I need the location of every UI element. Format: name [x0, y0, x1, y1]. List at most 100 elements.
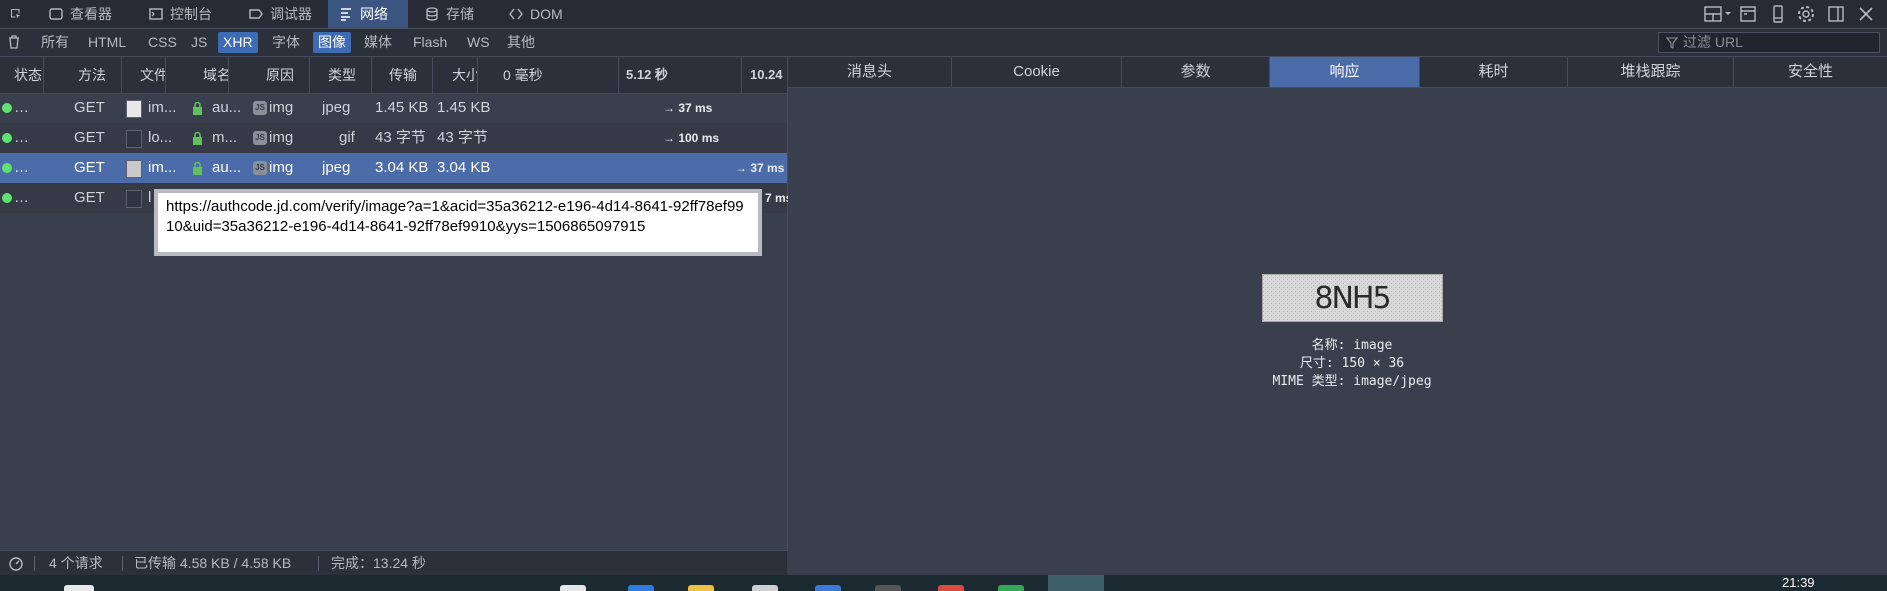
split-console-icon[interactable]	[1738, 4, 1758, 24]
divider	[318, 556, 319, 571]
filter-xhr-button[interactable]: XHR	[218, 32, 258, 53]
taskbar-app-icon[interactable]	[875, 585, 901, 591]
filter-html-button[interactable]: HTML	[83, 32, 131, 53]
divider	[122, 556, 123, 571]
tab-label: 查看器	[70, 6, 112, 22]
taskbar-folder-icon[interactable]	[688, 585, 714, 591]
column-header-domain[interactable]: 域名	[197, 57, 229, 93]
filter-other-button[interactable]: 其他	[502, 32, 540, 53]
waterfall-timing: → 37 ms	[735, 161, 785, 175]
cause-text: img	[269, 129, 294, 146]
network-filter-bar: 所有 HTML CSS JS XHR 字体 图像 媒体 Flash WS 其他 …	[0, 29, 1887, 57]
tab-headers[interactable]: 消息头	[788, 57, 952, 87]
taskbar-app-icon[interactable]	[64, 585, 94, 591]
settings-gear-icon[interactable]	[1796, 4, 1816, 24]
cause-cell: JS img	[253, 93, 293, 123]
status-dot	[2, 133, 12, 143]
request-row[interactable]: … GET lo... m... JS img gif 43 字节 43 字节 →…	[0, 123, 787, 153]
column-header-file[interactable]: 文件	[134, 57, 166, 93]
performance-icon[interactable]	[8, 556, 24, 572]
tab-stack-trace[interactable]: 堆栈跟踪	[1568, 57, 1734, 87]
filter-images-button[interactable]: 图像	[313, 32, 351, 53]
domain-cell: au...	[212, 99, 242, 116]
taskbar-app-icon[interactable]	[815, 585, 841, 591]
method-cell: GET	[74, 159, 105, 176]
transferred-summary: 已传输 4.58 KB / 4.58 KB	[134, 555, 292, 571]
image-mime-type: MIME 类型: image/jpeg	[1272, 374, 1432, 389]
status-cell: …	[14, 99, 29, 116]
taskbar-app-icon[interactable]	[938, 585, 964, 591]
storage-icon	[426, 7, 438, 21]
status-cell: …	[14, 129, 29, 146]
type-cell: jpeg	[322, 99, 351, 116]
request-row[interactable]: … GET im... au... JS img jpeg 1.45 KB 1.4…	[0, 93, 787, 123]
timeline-tick-0: 0 毫秒	[497, 57, 619, 93]
details-tab-bar: 消息头 Cookie 参数 响应 耗时 堆栈跟踪 安全性	[788, 57, 1887, 88]
column-header-transferred[interactable]: 传输	[383, 57, 433, 93]
column-header-type[interactable]: 类型	[322, 57, 372, 93]
taskbar-active-app[interactable]	[1048, 575, 1104, 591]
file-cell: im...	[148, 99, 177, 116]
waterfall-timing: → 37 ms	[663, 101, 713, 115]
status-cell: …	[14, 189, 29, 206]
tab-label: 网络	[360, 6, 388, 22]
element-picker-button[interactable]	[0, 0, 32, 28]
domain-cell: au...	[212, 159, 242, 176]
timeline-tick-1: 5.12 秒	[620, 57, 742, 93]
tab-debugger[interactable]: 调试器	[238, 0, 328, 28]
lock-icon	[193, 162, 202, 175]
filter-fonts-button[interactable]: 字体	[267, 32, 305, 53]
tab-params[interactable]: 参数	[1122, 57, 1270, 87]
taskbar-app-icon[interactable]	[560, 585, 586, 591]
image-preview: 8NH5	[1262, 274, 1443, 322]
dock-options-icon[interactable]	[1704, 4, 1734, 24]
tab-response[interactable]: 响应	[1270, 57, 1420, 87]
tab-inspector[interactable]: 查看器	[38, 0, 138, 28]
tab-label: 调试器	[270, 6, 312, 22]
image-dimensions: 尺寸: 150 × 36	[1299, 356, 1405, 371]
image-name: 名称: image	[1311, 338, 1393, 353]
close-toolbox-icon[interactable]	[1856, 4, 1876, 24]
filter-url-input[interactable]: 过滤 URL	[1658, 32, 1880, 53]
captcha-text: 8NH5	[1314, 281, 1389, 316]
taskbar-app-icon[interactable]	[628, 585, 654, 591]
inspector-icon	[49, 8, 63, 20]
js-badge-icon: JS	[253, 161, 267, 176]
column-header-method[interactable]: 方法	[72, 57, 122, 93]
filter-css-button[interactable]: CSS	[143, 32, 182, 53]
filter-media-button[interactable]: 媒体	[359, 32, 397, 53]
column-header-status[interactable]: 状态	[8, 57, 44, 93]
captcha-image: 8NH5	[1263, 275, 1442, 321]
filter-ws-button[interactable]: WS	[462, 32, 495, 53]
column-header-cause[interactable]: 原因	[260, 57, 310, 93]
tab-dom[interactable]: DOM	[498, 0, 578, 28]
tab-timings[interactable]: 耗时	[1420, 57, 1568, 87]
waterfall-timing: → 100 ms	[663, 131, 720, 145]
responsive-design-icon[interactable]	[1768, 4, 1788, 24]
column-header-size[interactable]: 大小	[446, 57, 478, 93]
tab-cookies[interactable]: Cookie	[952, 57, 1122, 87]
request-row-selected[interactable]: … GET im... au... JS img jpeg 3.04 KB 3.0…	[0, 153, 787, 183]
filter-flash-button[interactable]: Flash	[408, 32, 452, 53]
taskbar-clock: 21:39	[1782, 575, 1815, 590]
taskbar-app-icon[interactable]	[998, 585, 1024, 591]
dock-side-icon[interactable]	[1826, 4, 1846, 24]
tab-network[interactable]: 网络	[328, 0, 408, 28]
lock-icon	[193, 102, 202, 115]
console-icon	[149, 8, 163, 20]
filter-all-button[interactable]: 所有	[36, 32, 74, 53]
tab-storage[interactable]: 存储	[414, 0, 494, 28]
tab-security[interactable]: 安全性	[1734, 57, 1887, 87]
cause-text: img	[269, 159, 294, 176]
status-cell: …	[14, 159, 29, 176]
js-badge-icon: JS	[253, 101, 267, 116]
debugger-icon	[249, 9, 263, 19]
transferred-cell: 1.45 KB	[375, 99, 429, 116]
tab-console[interactable]: 控制台	[138, 0, 238, 28]
trash-icon[interactable]	[6, 34, 22, 50]
os-taskbar: 21:39	[0, 575, 1887, 591]
filter-js-button[interactable]: JS	[186, 32, 212, 53]
image-thumbnail	[126, 100, 142, 118]
taskbar-app-icon[interactable]	[752, 585, 778, 591]
file-cell: lo...	[148, 129, 173, 146]
